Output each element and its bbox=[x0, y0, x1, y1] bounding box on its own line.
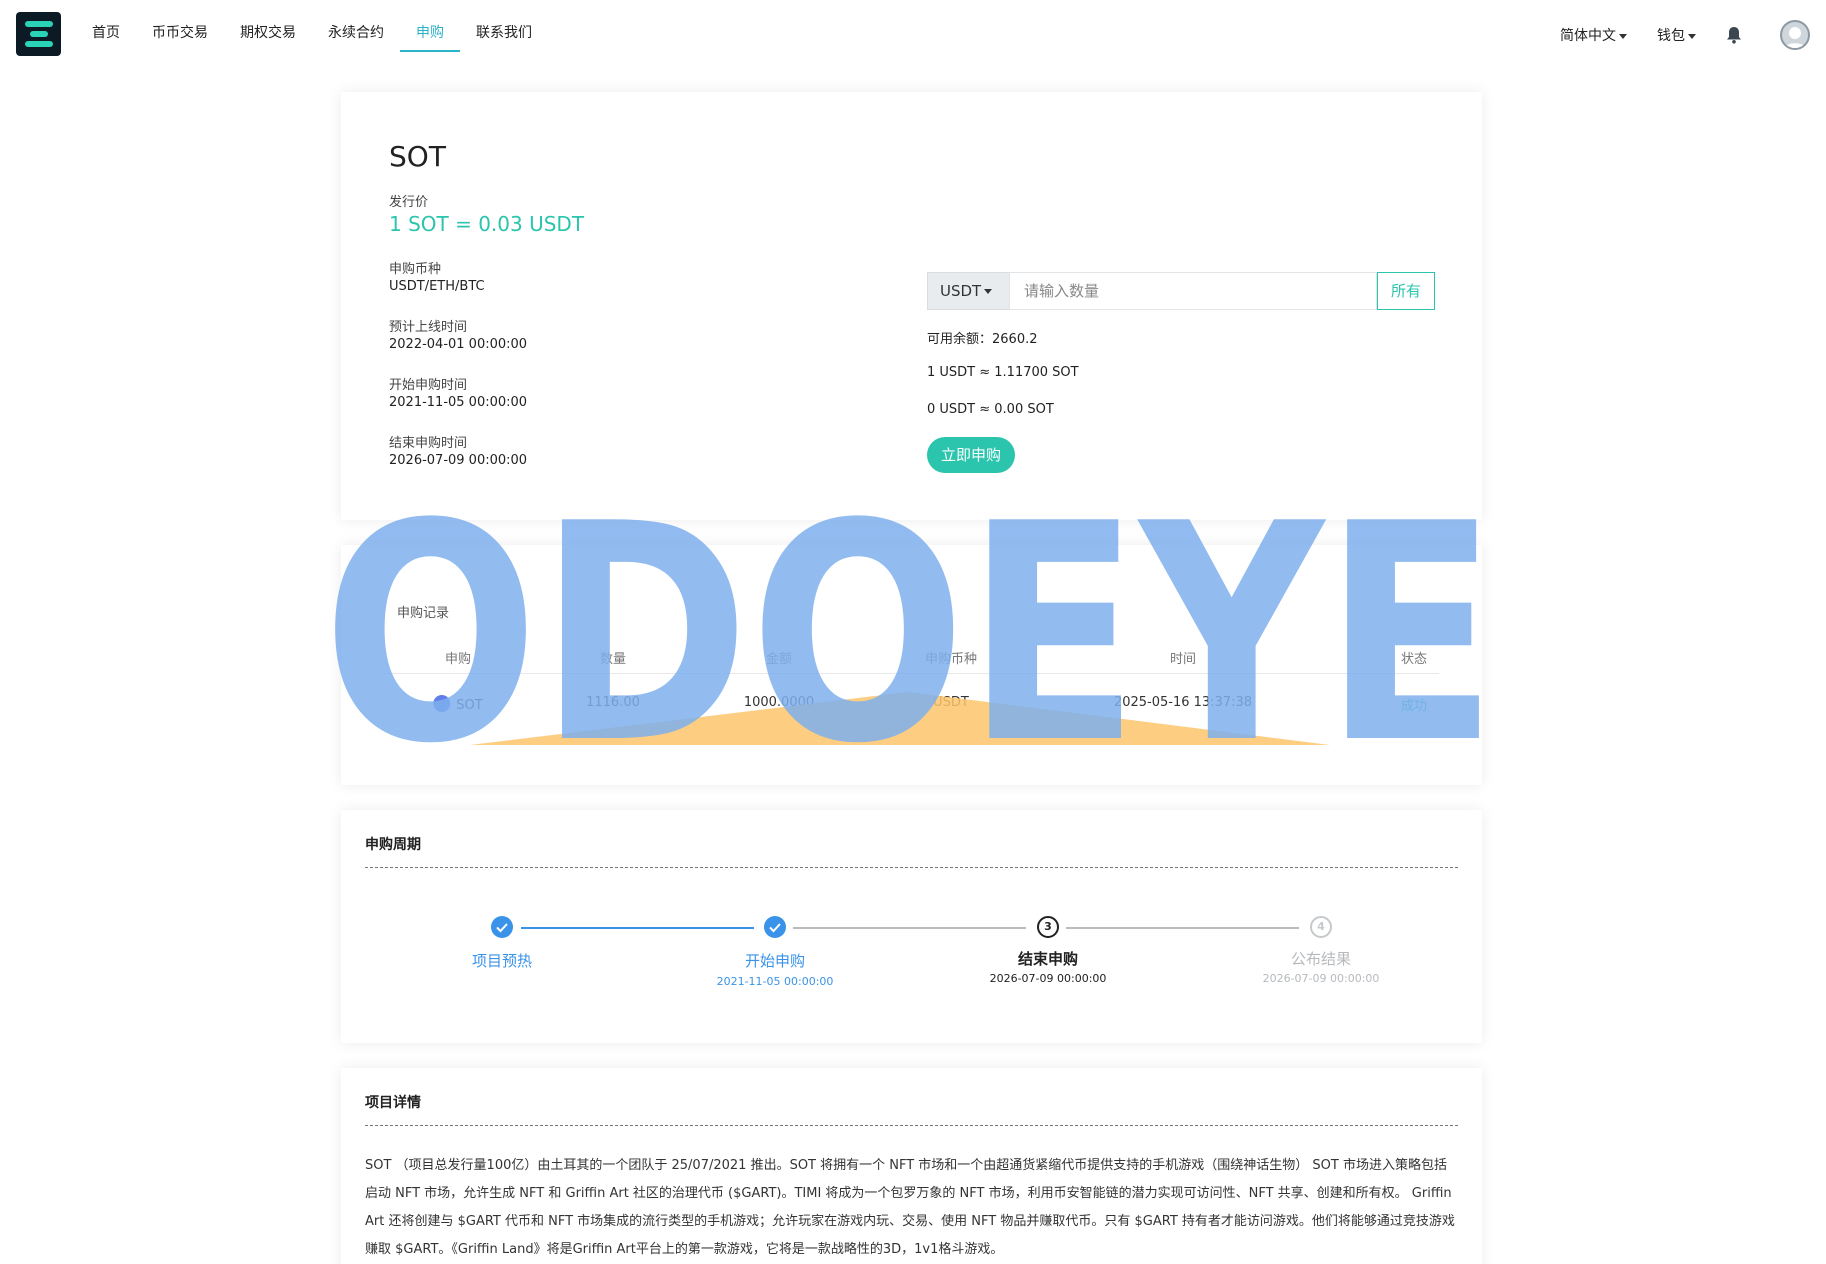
col-time: 时间 bbox=[1169, 652, 1197, 667]
col-quantity: 数量 bbox=[599, 652, 627, 667]
wallet-label: 钱包 bbox=[1657, 28, 1685, 44]
period-steps: 3 4 项目预热 开始申购 2021-11-05 00:00:00 结束申购 2… bbox=[341, 916, 1482, 1016]
available-balance: 可用余额：2660.2 bbox=[927, 332, 1038, 347]
col-status: 状态 bbox=[1400, 652, 1428, 667]
quantity-input[interactable] bbox=[1009, 272, 1377, 310]
step-time-end: 2026-07-09 00:00:00 bbox=[989, 972, 1107, 985]
listing-time-label: 预计上线时间 bbox=[389, 320, 468, 335]
step-connector bbox=[521, 927, 754, 929]
price-label: 发行价 bbox=[389, 195, 429, 210]
top-navbar: 首页 币币交易 期权交易 永续合约 申购 联系我们 简体中文 钱包 bbox=[0, 0, 1826, 66]
step-time-result: 2026-07-09 00:00:00 bbox=[1262, 972, 1380, 985]
chevron-down-icon bbox=[984, 289, 993, 294]
currency-select[interactable]: USDT bbox=[927, 272, 1009, 310]
start-time-label: 开始申购时间 bbox=[389, 378, 468, 393]
exchange-rate: 1 USDT ≈ 1.11700 SOT bbox=[927, 365, 1079, 380]
listing-time-value: 2022-04-01 00:00:00 bbox=[389, 337, 528, 352]
ido-info-card: SOT 发行价 1 SOT = 0.03 USDT 申购币种 USDT/ETH/… bbox=[341, 92, 1482, 520]
row-currency: USDT bbox=[933, 695, 969, 710]
records-table-header: 申购 数量 金额 申购币种 时间 状态 bbox=[381, 648, 1439, 674]
step-name-start: 开始申购 bbox=[744, 952, 806, 970]
row-coin: SOT bbox=[433, 695, 483, 713]
max-all-button[interactable]: 所有 bbox=[1377, 272, 1435, 310]
records-title: 申购记录 bbox=[397, 606, 450, 621]
start-time-value: 2021-11-05 00:00:00 bbox=[389, 395, 528, 410]
step-time-start: 2021-11-05 00:00:00 bbox=[716, 975, 834, 988]
nav-item-contact[interactable]: 联系我们 bbox=[460, 0, 548, 52]
nav-item-home[interactable]: 首页 bbox=[76, 0, 136, 52]
table-row: SOT 1116.00 1000.0000 USDT 2025-05-16 13… bbox=[381, 695, 1439, 725]
col-amount: 金额 bbox=[765, 652, 793, 667]
brand-logo[interactable] bbox=[16, 12, 61, 56]
nav-item-subscription[interactable]: 申购 bbox=[400, 0, 460, 52]
coin-icon bbox=[433, 695, 451, 712]
subscription-period-card: 申购周期 3 4 项目预热 开始申购 2021-11-05 00:00:00 结… bbox=[341, 810, 1482, 1043]
step-name-result: 公布结果 bbox=[1290, 950, 1352, 968]
buy-input-group: USDT 所有 bbox=[927, 272, 1435, 310]
chevron-down-icon bbox=[1619, 33, 1627, 39]
currency-select-value: USDT bbox=[940, 282, 982, 300]
row-quantity: 1116.00 bbox=[586, 695, 640, 710]
step-name-warmup: 项目预热 bbox=[471, 952, 533, 970]
row-amount: 1000.0000 bbox=[743, 695, 815, 710]
currency-label: 申购币种 bbox=[389, 262, 442, 277]
main-nav: 首页 币币交易 期权交易 永续合约 申购 联系我们 bbox=[76, 0, 548, 52]
row-coin-label: SOT bbox=[456, 698, 483, 713]
period-title: 申购周期 bbox=[365, 837, 421, 853]
check-icon bbox=[764, 916, 786, 938]
bell-icon[interactable] bbox=[1726, 26, 1742, 44]
subscribe-now-button[interactable]: 立即申购 bbox=[927, 437, 1015, 473]
end-time-value: 2026-07-09 00:00:00 bbox=[389, 453, 528, 468]
step-connector bbox=[1066, 927, 1299, 929]
language-dropdown[interactable]: 简体中文 bbox=[1560, 25, 1627, 45]
end-time-label: 结束申购时间 bbox=[389, 436, 468, 451]
step-connector bbox=[793, 927, 1026, 929]
col-currency: 申购币种 bbox=[924, 652, 978, 667]
project-detail-card: 项目详情 SOT （项目总发行量100亿）由土耳其的一个团队于 25/07/20… bbox=[341, 1068, 1482, 1264]
detail-title: 项目详情 bbox=[365, 1095, 421, 1111]
col-subscription: 申购 bbox=[444, 652, 472, 667]
language-label: 简体中文 bbox=[1560, 28, 1616, 44]
chevron-down-icon bbox=[1688, 33, 1696, 39]
row-time: 2025-05-16 13:37:38 bbox=[1113, 695, 1253, 710]
wallet-dropdown[interactable]: 钱包 bbox=[1657, 25, 1696, 45]
step-name-end: 结束申购 bbox=[1017, 950, 1079, 968]
detail-description: SOT （项目总发行量100亿）由土耳其的一个团队于 25/07/2021 推出… bbox=[365, 1158, 1455, 1257]
estimate-amount: 0 USDT ≈ 0.00 SOT bbox=[927, 402, 1054, 417]
check-icon bbox=[491, 916, 513, 938]
divider bbox=[365, 867, 1458, 868]
currency-value: USDT/ETH/BTC bbox=[389, 279, 485, 294]
step-number-badge: 4 bbox=[1310, 916, 1332, 938]
nav-item-spot-trading[interactable]: 币币交易 bbox=[136, 0, 224, 52]
coin-title: SOT bbox=[389, 140, 446, 173]
price-value: 1 SOT = 0.03 USDT bbox=[389, 212, 585, 236]
user-avatar[interactable] bbox=[1780, 20, 1810, 50]
nav-item-perpetual[interactable]: 永续合约 bbox=[312, 0, 400, 52]
divider bbox=[365, 1125, 1458, 1126]
records-card: 申购记录 申购 数量 金额 申购币种 时间 状态 SOT 1116.00 100… bbox=[341, 545, 1482, 785]
step-number-badge: 3 bbox=[1037, 916, 1059, 938]
row-status: 成功 bbox=[1400, 699, 1428, 714]
nav-item-options[interactable]: 期权交易 bbox=[224, 0, 312, 52]
